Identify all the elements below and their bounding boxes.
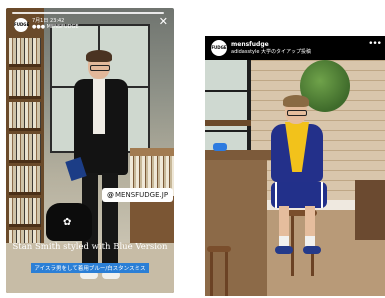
side-table <box>355 180 385 240</box>
post-header <box>205 36 385 60</box>
story-subcaption: アイスラ男をして着用ブルー/白スタンスミス <box>6 255 174 274</box>
more-options-icon[interactable]: ••• <box>368 40 382 49</box>
post-panel[interactable]: FUDGE mensfudge adidasstyle 大学のタイアップ投稿 •… <box>205 36 385 296</box>
mention-text: MENSFUDGE.JP <box>115 191 169 199</box>
story-author: ●●● MENSFUDGE <box>32 24 79 30</box>
trefoil-icon: ✿ <box>63 217 72 228</box>
post-photo <box>205 60 385 296</box>
close-icon[interactable]: ✕ <box>159 16 168 27</box>
story-panel[interactable]: ✿ FUDGE 7月1日 23:42 ●●● MENSFUDGE ✕ @MENS… <box>6 8 174 293</box>
bag: ✿ <box>46 203 92 241</box>
post-avatar[interactable]: FUDGE <box>211 40 227 56</box>
wall-shelf <box>205 120 251 126</box>
story-progress-bar <box>12 12 164 14</box>
model-figure <box>257 95 337 268</box>
story-meta[interactable]: 7月1日 23:42 ●●● MENSFUDGE <box>32 18 78 30</box>
story-subcaption-text: アイスラ男をして着用ブルー/白スタンスミス <box>31 263 149 273</box>
mention-sticker[interactable]: @MENSFUDGE.JP <box>102 188 174 202</box>
post-username[interactable]: mensfudge <box>231 41 269 48</box>
story-caption: Stan Smith styled with Blue Version <box>12 242 168 252</box>
story-avatar[interactable]: FUDGE <box>14 18 29 32</box>
post-subtitle: adidasstyle 大学のタイアップ投稿 <box>231 49 312 55</box>
at-icon: @ <box>107 191 114 199</box>
blue-mug <box>213 143 227 151</box>
